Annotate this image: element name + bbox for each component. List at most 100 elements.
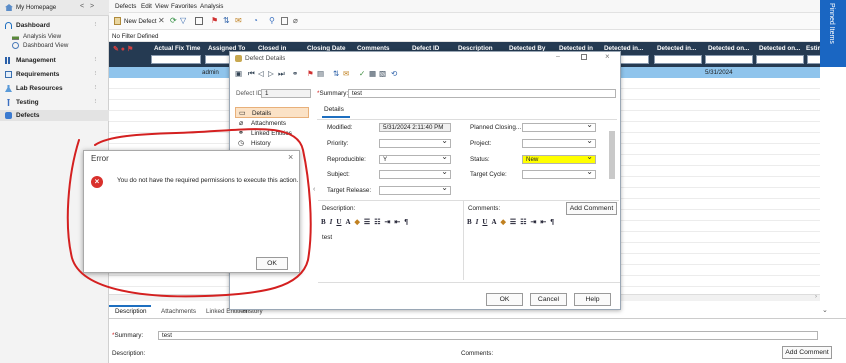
sidebar-item-testing[interactable]: Testing ⫶ bbox=[0, 97, 109, 108]
maximize-icon[interactable] bbox=[581, 54, 587, 60]
col-actual-fix-time[interactable]: Actual Fix Time bbox=[154, 45, 200, 52]
filter-bar[interactable]: No Filter Defined bbox=[109, 30, 820, 42]
target-cycle-select[interactable] bbox=[522, 168, 596, 179]
filter-box-detected-on[interactable] bbox=[705, 55, 753, 64]
pin-icon[interactable]: ⫶ bbox=[94, 22, 96, 29]
sort-icon[interactable]: ⇅ bbox=[333, 69, 339, 78]
tab-details[interactable]: Details bbox=[324, 106, 344, 113]
filter-icon[interactable]: ▽ bbox=[180, 16, 186, 25]
menu-favorites[interactable]: Favorites bbox=[171, 3, 197, 10]
menu-defects[interactable]: Defects bbox=[115, 3, 136, 10]
sidebar-sub-dashboard-view[interactable]: Dashboard View bbox=[12, 42, 68, 49]
refresh-icon[interactable]: ⟲ bbox=[391, 69, 397, 78]
summary-input[interactable]: test bbox=[348, 89, 616, 98]
col-detected-on-2[interactable]: Detected on... bbox=[759, 45, 800, 52]
col-detected-on[interactable]: Detected on... bbox=[708, 45, 749, 52]
pinned-items-panel[interactable]: Pinned Items bbox=[820, 0, 846, 67]
nav-history[interactable]: ◷ History bbox=[235, 139, 309, 149]
status-select[interactable]: New bbox=[522, 153, 596, 164]
sidebar-item-requirements[interactable]: Requirements ⫶ bbox=[0, 69, 109, 80]
sort-icon[interactable]: ⇅ bbox=[223, 16, 230, 25]
sidebar-item-management[interactable]: Management ⫶ bbox=[0, 55, 109, 66]
last-record-icon[interactable]: ⏭ bbox=[278, 69, 285, 79]
sidebar-sub-analysis-view[interactable]: Analysis View bbox=[12, 33, 61, 40]
refresh-icon[interactable]: ⟳ bbox=[170, 16, 177, 25]
tab-description[interactable]: Description bbox=[115, 308, 147, 315]
home-icon[interactable] bbox=[5, 4, 13, 11]
collapse-nav-icon[interactable]: ‹ bbox=[313, 186, 315, 193]
pin-icon[interactable]: ⫶ bbox=[94, 57, 96, 64]
grid-toolbar-icons[interactable]: ✎ ● ⚑ bbox=[113, 45, 133, 53]
comments-label: Comments: bbox=[468, 205, 501, 212]
cancel-button[interactable]: Cancel bbox=[530, 293, 567, 306]
flag-icon[interactable]: ⚑ bbox=[307, 69, 314, 78]
delete-icon[interactable]: ✕ bbox=[158, 16, 165, 25]
my-homepage-link[interactable]: My Homepage bbox=[16, 4, 56, 11]
spelling-icon[interactable]: ✓ bbox=[359, 69, 365, 78]
first-record-icon[interactable]: ⏮ bbox=[248, 69, 255, 79]
col-detected-in-3[interactable]: Detected in... bbox=[657, 45, 696, 52]
add-comment-button[interactable]: Add Comment bbox=[566, 202, 617, 215]
graph-icon[interactable]: ◔ bbox=[253, 16, 258, 25]
filter-box-detected-on-2[interactable] bbox=[756, 55, 804, 64]
ok-button[interactable]: OK bbox=[486, 293, 523, 306]
mail-icon[interactable]: ✉ bbox=[235, 16, 242, 25]
filter-box-actual-fix-time[interactable] bbox=[151, 55, 201, 64]
spellcheck-settings-icon[interactable]: ▧ bbox=[379, 69, 386, 78]
tab-attachments[interactable]: Attachments bbox=[161, 308, 196, 315]
filter-box-detected-in-2[interactable] bbox=[654, 55, 702, 64]
planned-closing-select[interactable] bbox=[522, 121, 596, 132]
help-button[interactable]: Help bbox=[574, 293, 611, 306]
bottom-summary-input[interactable]: test bbox=[158, 331, 818, 340]
description-rich-text-toolbar[interactable]: B I U A ◆ ☰ ☷ ⇥ ⇤ ¶ bbox=[321, 216, 408, 228]
project-select[interactable] bbox=[522, 137, 596, 148]
sidebar-item-label: Requirements bbox=[16, 71, 60, 78]
subject-label: Subject: bbox=[327, 171, 350, 178]
flag-icon[interactable]: ⚑ bbox=[211, 16, 218, 25]
close-icon[interactable]: × bbox=[605, 52, 610, 61]
pin-icon[interactable]: ⫶ bbox=[94, 85, 96, 92]
link-icon[interactable]: ⚭ bbox=[292, 69, 298, 78]
menu-view[interactable]: View bbox=[155, 3, 169, 10]
scroll-right-icon[interactable]: › bbox=[815, 294, 817, 300]
close-icon[interactable]: × bbox=[288, 152, 293, 162]
comments-rich-text-toolbar[interactable]: B I U A ◆ ☰ ☷ ⇥ ⇤ ¶ bbox=[467, 216, 554, 228]
sidebar-item-dashboard[interactable]: Dashboard ⫶ bbox=[0, 20, 109, 31]
description-label: Description: bbox=[322, 205, 356, 212]
description-text[interactable]: test bbox=[322, 234, 332, 241]
nav-linked-entities[interactable]: ⚭ Linked Entities bbox=[235, 129, 309, 139]
pin-icon[interactable]: ⫶ bbox=[94, 99, 96, 106]
nav-attachments[interactable]: ⌀ Attachments bbox=[235, 119, 309, 129]
menu-edit[interactable]: Edit bbox=[141, 3, 152, 10]
menu-analysis[interactable]: Analysis bbox=[200, 3, 223, 10]
bottom-add-comment-button[interactable]: Add Comment bbox=[782, 346, 832, 359]
pin-icon[interactable]: ⫶ bbox=[94, 71, 96, 78]
expand-icon[interactable]: ⌄ bbox=[822, 306, 828, 314]
mail-icon[interactable]: ✉ bbox=[343, 69, 349, 78]
forward-arrow-icon[interactable]: > bbox=[90, 3, 94, 10]
back-arrow-icon[interactable]: < bbox=[80, 3, 84, 10]
previous-record-icon[interactable]: ◁ bbox=[258, 69, 264, 78]
clipboard-icon[interactable]: ▤ bbox=[317, 69, 324, 78]
error-ok-button[interactable]: OK bbox=[256, 257, 288, 270]
italic-icon: I bbox=[329, 218, 333, 226]
nav-details[interactable]: ▭ Details bbox=[235, 107, 309, 118]
columns-icon[interactable] bbox=[195, 17, 203, 25]
save-icon[interactable]: ▣ bbox=[235, 69, 242, 78]
new-defect-button[interactable]: New Defect bbox=[124, 18, 157, 25]
thesaurus-icon[interactable]: ▦ bbox=[369, 69, 376, 78]
highlight-icon: ◆ bbox=[500, 218, 506, 226]
subject-select[interactable] bbox=[379, 168, 451, 179]
new-defect-icon[interactable] bbox=[114, 17, 121, 25]
minimize-icon[interactable]: – bbox=[556, 53, 560, 60]
sidebar-item-lab-resources[interactable]: Lab Resources ⫶ bbox=[0, 83, 109, 94]
report-icon[interactable] bbox=[281, 17, 288, 25]
sidebar-item-defects[interactable]: Defects bbox=[0, 110, 109, 121]
attachment-icon[interactable]: ⌀ bbox=[293, 16, 298, 25]
reproducible-select[interactable]: Y bbox=[379, 153, 451, 164]
details-scrollbar[interactable] bbox=[609, 131, 615, 179]
target-release-select[interactable] bbox=[379, 184, 451, 195]
next-record-icon[interactable]: ▷ bbox=[268, 69, 274, 78]
priority-select[interactable] bbox=[379, 137, 451, 148]
search-icon[interactable]: ⚲ bbox=[269, 16, 275, 25]
